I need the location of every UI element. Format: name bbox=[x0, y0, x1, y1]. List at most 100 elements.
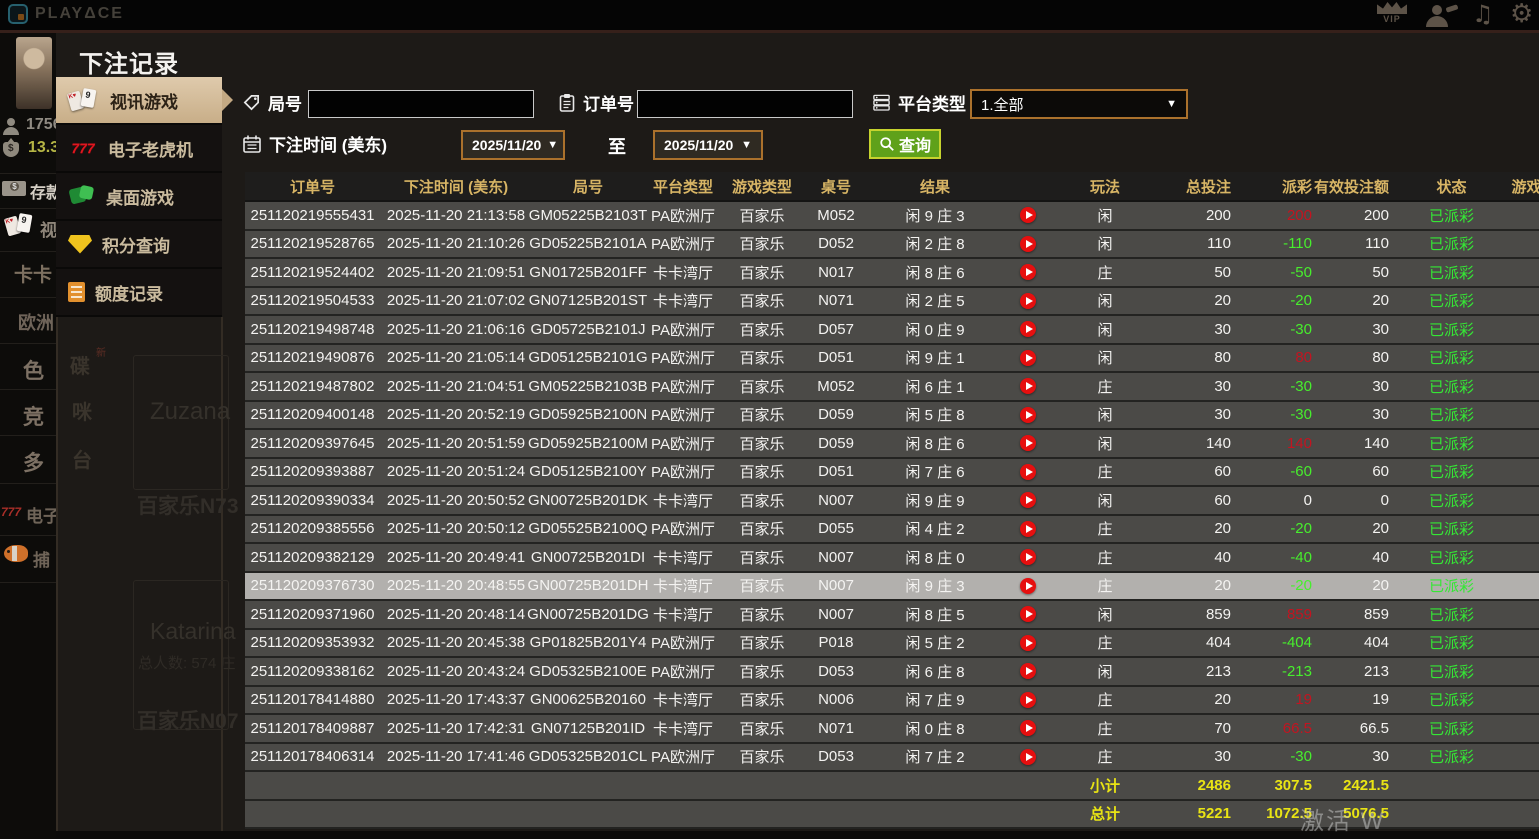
menu-item-video-games[interactable]: 视讯游戏 bbox=[56, 77, 233, 123]
cell-platform: 卡卡湾厅 bbox=[652, 720, 713, 738]
table-row[interactable]: 251120219498748 2025-11-20 21:06:16 GD0572… bbox=[245, 316, 1539, 345]
cell-play[interactable] bbox=[1000, 316, 1055, 343]
cell-play[interactable] bbox=[1000, 715, 1055, 742]
bg-item-jing[interactable]: 竞 bbox=[23, 401, 44, 431]
deposit-label[interactable]: 存款 bbox=[30, 179, 56, 203]
play-video-icon[interactable] bbox=[1019, 663, 1036, 680]
cell-play[interactable] bbox=[1000, 373, 1055, 400]
cell-play[interactable] bbox=[1000, 516, 1055, 543]
cell-play[interactable] bbox=[1000, 202, 1055, 229]
table-row[interactable]: 251120219528765 2025-11-20 21:10:26 GD0522… bbox=[245, 230, 1539, 259]
date-from-picker[interactable]: 2025/11/20 ▼ bbox=[461, 130, 565, 160]
play-video-icon[interactable] bbox=[1019, 264, 1036, 281]
play-video-icon[interactable] bbox=[1019, 549, 1036, 566]
table-row[interactable]: 251120209353932 2025-11-20 20:45:38 GP0182… bbox=[245, 629, 1539, 658]
menu-item-table-games[interactable]: 桌面游戏 bbox=[56, 173, 222, 219]
slots-label[interactable]: 电子 bbox=[26, 502, 56, 527]
table-row[interactable]: 251120209390334 2025-11-20 20:50:52 GN0072… bbox=[245, 487, 1539, 516]
cell-payout: -60 bbox=[1290, 463, 1312, 481]
play-video-icon[interactable] bbox=[1019, 492, 1036, 509]
play-video-icon[interactable] bbox=[1019, 378, 1036, 395]
cell-play[interactable] bbox=[1000, 259, 1055, 286]
cell-round-id: GN00725B201DI bbox=[530, 548, 646, 566]
order-input[interactable] bbox=[637, 90, 853, 118]
cell-play[interactable] bbox=[1000, 345, 1055, 372]
cell-play[interactable] bbox=[1000, 630, 1055, 657]
play-video-icon[interactable] bbox=[1019, 463, 1036, 480]
subtotal-row: 小计 2486 307.5 2421.5 bbox=[245, 772, 1539, 801]
table-body: 251120219555431 2025-11-20 21:13:58 GM0522… bbox=[245, 202, 1539, 829]
table-row[interactable]: 251120219524402 2025-11-20 21:09:51 GN0172… bbox=[245, 259, 1539, 288]
table-row[interactable]: 251120178409887 2025-11-20 17:42:31 GN0712… bbox=[245, 715, 1539, 744]
vip-button[interactable]: VIP bbox=[1372, 2, 1412, 24]
avatar[interactable] bbox=[16, 37, 52, 109]
bg-item-europe[interactable]: 欧洲 bbox=[18, 309, 54, 335]
table-row[interactable]: 251120209371960 2025-11-20 20:48:14 GN0072… bbox=[245, 601, 1539, 630]
search-button[interactable]: 查询 bbox=[869, 129, 942, 159]
date-to-picker[interactable]: 2025/11/20 ▼ bbox=[653, 130, 763, 160]
play-video-icon[interactable] bbox=[1019, 634, 1036, 651]
cell-play[interactable] bbox=[1000, 459, 1055, 486]
cell-bet-time: 2025-11-20 20:48:14 bbox=[386, 605, 526, 623]
date-from-value: 2025/11/20 bbox=[472, 137, 542, 153]
cell-play[interactable] bbox=[1000, 601, 1055, 628]
cell-play[interactable] bbox=[1000, 430, 1055, 457]
menu-item-slots[interactable]: 777 电子老虎机 bbox=[56, 125, 222, 171]
play-video-icon[interactable] bbox=[1019, 349, 1036, 366]
cell-game-video: - bbox=[1490, 231, 1539, 258]
play-video-icon[interactable] bbox=[1019, 691, 1036, 708]
bg-item-kaka[interactable]: 卡卡 bbox=[14, 260, 52, 287]
play-video-icon[interactable] bbox=[1019, 520, 1036, 537]
slots-icon: 777 bbox=[1, 505, 22, 519]
table-row[interactable]: 251120209385556 2025-11-20 20:50:12 GD0552… bbox=[245, 515, 1539, 544]
fishing-label[interactable]: 捕 bbox=[33, 546, 50, 571]
bg-item-se[interactable]: 色 bbox=[23, 355, 44, 385]
cell-round-id: GD05925B2100M bbox=[527, 434, 649, 452]
cell-play[interactable] bbox=[1000, 573, 1055, 600]
cell-game-video: - bbox=[1490, 373, 1539, 400]
play-video-icon[interactable] bbox=[1019, 435, 1036, 452]
table-row[interactable]: 251120219555431 2025-11-20 21:13:58 GM0522… bbox=[245, 202, 1539, 231]
table-row[interactable]: 251120209393887 2025-11-20 20:51:24 GD0512… bbox=[245, 458, 1539, 487]
cell-payout: 66.5 bbox=[1282, 719, 1312, 737]
play-video-icon[interactable] bbox=[1019, 207, 1036, 224]
cell-play[interactable] bbox=[1000, 687, 1055, 714]
platform-select[interactable]: 1.全部 ▼ bbox=[970, 89, 1188, 119]
gear-icon[interactable]: ⚙ bbox=[1510, 0, 1533, 29]
cell-bet-type: 庄 bbox=[1097, 720, 1113, 738]
account-button[interactable] bbox=[1424, 4, 1459, 28]
menu-item-points[interactable]: 积分查询 bbox=[56, 221, 222, 267]
play-video-icon[interactable] bbox=[1019, 406, 1036, 423]
cell-play[interactable] bbox=[1000, 487, 1055, 514]
cell-play[interactable] bbox=[1000, 544, 1055, 571]
bg-item-duo[interactable]: 多 bbox=[23, 447, 44, 477]
play-video-icon[interactable] bbox=[1019, 748, 1036, 765]
cell-play[interactable] bbox=[1000, 231, 1055, 258]
cell-bet-time: 2025-11-20 20:45:38 bbox=[386, 634, 526, 652]
round-input[interactable] bbox=[308, 90, 534, 118]
cell-play[interactable] bbox=[1000, 402, 1055, 429]
table-row[interactable]: 251120219487802 2025-11-20 21:04:51 GM0522… bbox=[245, 373, 1539, 402]
table-row[interactable]: 251120209382129 2025-11-20 20:49:41 GN0072… bbox=[245, 544, 1539, 573]
table-row[interactable]: 251120178414880 2025-11-20 17:43:37 GN0062… bbox=[245, 686, 1539, 715]
table-row[interactable]: 251120209397645 2025-11-20 20:51:59 GD0592… bbox=[245, 430, 1539, 459]
cell-play[interactable] bbox=[1000, 288, 1055, 315]
play-video-icon[interactable] bbox=[1019, 720, 1036, 737]
cell-play[interactable] bbox=[1000, 744, 1055, 771]
play-video-icon[interactable] bbox=[1019, 235, 1036, 252]
table-row[interactable]: 251120209400148 2025-11-20 20:52:19 GD0592… bbox=[245, 401, 1539, 430]
table-row[interactable]: 251120209338162 2025-11-20 20:43:24 GD0532… bbox=[245, 658, 1539, 687]
table-row[interactable]: 251120219504533 2025-11-20 21:07:02 GN0712… bbox=[245, 287, 1539, 316]
cell-play[interactable] bbox=[1000, 658, 1055, 685]
music-icon[interactable]: ♫ bbox=[1472, 0, 1494, 28]
cell-bet-type: 闲 bbox=[1097, 321, 1113, 339]
play-video-icon[interactable] bbox=[1019, 577, 1036, 594]
table-row[interactable]: 251120178406314 2025-11-20 17:41:46 GD0532… bbox=[245, 743, 1539, 772]
play-video-icon[interactable] bbox=[1019, 321, 1036, 338]
play-video-icon[interactable] bbox=[1019, 606, 1036, 623]
cell-status: 已派彩 bbox=[1428, 720, 1474, 738]
play-video-icon[interactable] bbox=[1019, 292, 1036, 309]
table-row[interactable]: 251120209376730 2025-11-20 20:48:55 GN0072… bbox=[245, 572, 1539, 601]
menu-item-quota-records[interactable]: 额度记录 bbox=[56, 269, 222, 315]
table-row[interactable]: 251120219490876 2025-11-20 21:05:14 GD0512… bbox=[245, 344, 1539, 373]
